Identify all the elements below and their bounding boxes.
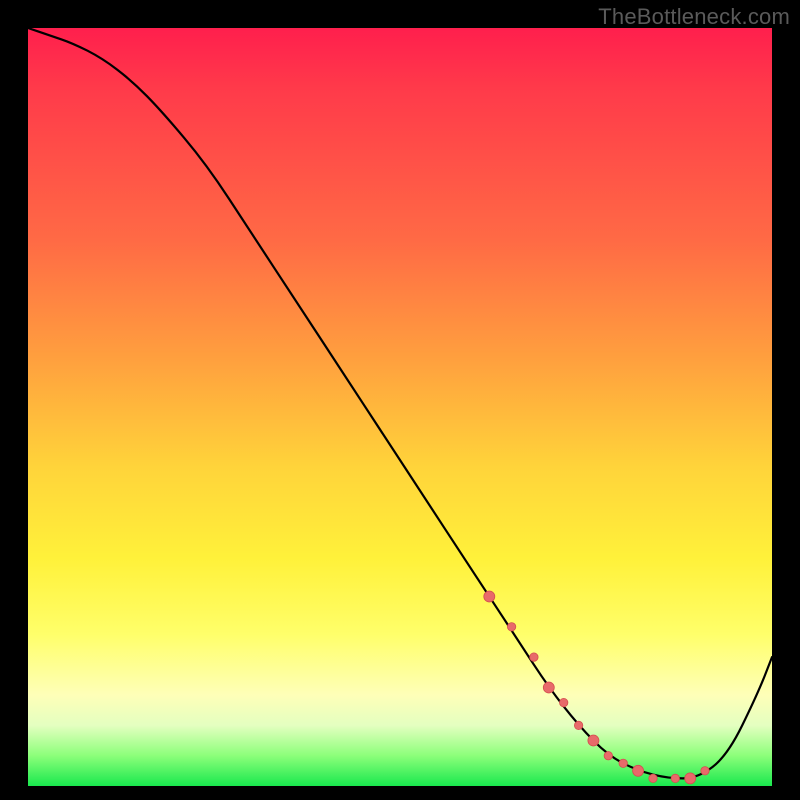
curve-marker [671, 774, 679, 782]
curve-marker [484, 591, 495, 602]
curve-marker [685, 773, 696, 784]
curve-marker [543, 682, 554, 693]
chart-frame [28, 28, 772, 786]
curve-marker [604, 752, 612, 760]
curve-marker [530, 653, 538, 661]
curve-marker [560, 698, 568, 706]
curve-marker [619, 759, 627, 767]
curve-marker [701, 767, 709, 775]
curve-marker [649, 774, 657, 782]
curve-marker [633, 765, 644, 776]
chart-svg [28, 28, 772, 786]
marker-group [484, 591, 709, 784]
watermark-text: TheBottleneck.com [598, 4, 790, 30]
bottleneck-curve [28, 28, 772, 778]
curve-marker [588, 735, 599, 746]
curve-marker [507, 623, 515, 631]
curve-marker [574, 721, 582, 729]
